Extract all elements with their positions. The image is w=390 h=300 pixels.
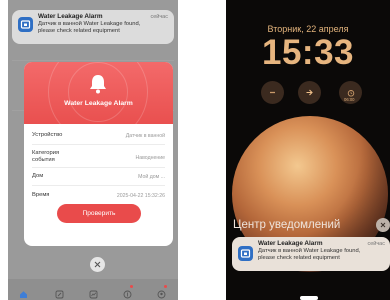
lock-clock: 15:33 bbox=[261, 33, 355, 72]
tab-bar bbox=[8, 279, 178, 300]
row-value: Наводнение bbox=[135, 155, 165, 161]
background-divider bbox=[12, 60, 174, 61]
bell-icon bbox=[88, 73, 108, 100]
home-indicator[interactable] bbox=[300, 296, 318, 300]
profile-icon[interactable] bbox=[157, 286, 166, 300]
row-value: Датчик в ванной bbox=[125, 133, 165, 139]
row-label: Устройство bbox=[32, 132, 63, 138]
notification-banner[interactable]: Water Leakage Alarm сейчас Датчик в ванн… bbox=[12, 10, 174, 44]
row-label: Время bbox=[32, 192, 50, 198]
notification-time: сейчас bbox=[150, 14, 168, 20]
widget-shortcut[interactable] bbox=[298, 81, 321, 104]
badge-dot bbox=[164, 285, 167, 288]
detail-row-time: Время 2025-04-22 15:32:26 bbox=[32, 188, 165, 205]
home-icon[interactable] bbox=[19, 286, 28, 300]
notification-center-label: Центр уведомлений bbox=[233, 219, 341, 231]
detail-row-category: Категория события Наводнение bbox=[32, 146, 165, 168]
notification-time: сейчас bbox=[367, 241, 385, 247]
clear-notifications-button[interactable] bbox=[376, 218, 390, 232]
left-screen: Water Leakage Alarm сейчас Датчик в ванн… bbox=[8, 0, 178, 300]
widget-alarm-time: 06:00 bbox=[344, 97, 355, 102]
arrow-right-icon bbox=[306, 89, 313, 96]
row-label: Категория события bbox=[32, 150, 59, 164]
app-icon bbox=[18, 17, 33, 32]
notification-body-line2: please check related equipment bbox=[38, 28, 120, 34]
alarm-clock-icon bbox=[347, 89, 354, 97]
app-icon bbox=[238, 246, 253, 261]
notification-body-line1: Датчик в ванной Water Leakage found, bbox=[38, 21, 141, 27]
mall-icon[interactable] bbox=[123, 286, 132, 300]
modal-header: Water Leakage Alarm bbox=[24, 62, 173, 124]
widget-flashlight[interactable] bbox=[261, 81, 284, 104]
close-icon bbox=[94, 261, 101, 268]
row-label-line2: события bbox=[32, 157, 55, 163]
row-label: Дом bbox=[32, 173, 44, 179]
notification-title: Water Leakage Alarm bbox=[38, 13, 103, 20]
scene-icon[interactable] bbox=[55, 286, 64, 300]
detail-row-home: Дом Мой дом ... bbox=[32, 169, 165, 186]
close-modal-button[interactable] bbox=[90, 257, 105, 272]
lock-notification[interactable]: Water Leakage Alarm сейчас Датчик в ванн… bbox=[232, 237, 390, 271]
notification-body-line1: Датчик в ванной Water Leakage found, bbox=[258, 248, 361, 254]
row-value: 2025-04-22 15:32:26 bbox=[116, 193, 165, 199]
lock-screen: Вторник, 22 апреля 15:33 06:00 Центр уве… bbox=[226, 0, 390, 300]
stats-icon[interactable] bbox=[89, 286, 98, 300]
detail-row-device: Устройство Датчик в ванной bbox=[32, 128, 165, 145]
modal-title: Water Leakage Alarm bbox=[64, 100, 133, 107]
row-value: Мой дом ... bbox=[138, 174, 165, 180]
badge-dot bbox=[130, 285, 133, 288]
alarm-modal: Water Leakage Alarm Устройство Датчик в … bbox=[24, 62, 173, 246]
flashlight-icon bbox=[270, 91, 275, 94]
close-icon bbox=[380, 222, 386, 228]
row-label-line1: Категория bbox=[32, 150, 60, 156]
notification-body-line2: please check related equipment bbox=[258, 255, 340, 261]
check-button[interactable]: Проверить bbox=[57, 204, 141, 223]
